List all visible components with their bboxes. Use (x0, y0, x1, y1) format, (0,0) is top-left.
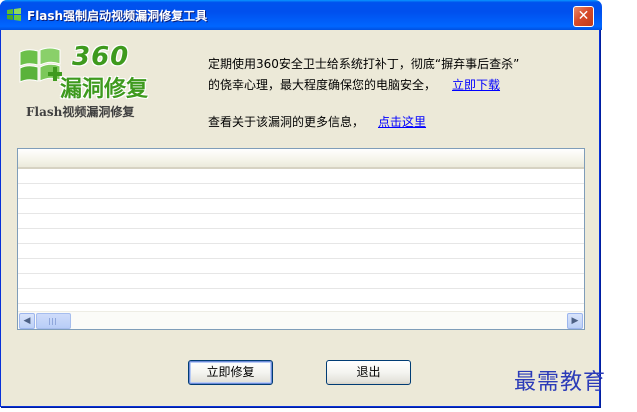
logo-subtitle: Flash视频漏洞修复 (26, 105, 135, 119)
watermark-text: 最需教育 (514, 370, 607, 395)
scroll-left-icon[interactable]: ◀ (19, 313, 35, 329)
list-row (18, 289, 584, 304)
client-area: 360 漏洞修复 Flash视频漏洞修复 定期使用360安全卫士给系统打补丁，彻… (4, 30, 598, 404)
list-row (18, 184, 584, 199)
list-row (18, 169, 584, 184)
fix-now-button[interactable]: 立即修复 (188, 360, 273, 385)
list-row (18, 259, 584, 274)
windows-flag-icon (19, 47, 62, 83)
close-button[interactable]: ✕ (573, 6, 594, 27)
exit-button[interactable]: 退出 (326, 360, 411, 385)
title-bar[interactable]: Flash强制启动视频漏洞修复工具 ✕ (0, 0, 602, 30)
app-window: Flash强制启动视频漏洞修复工具 ✕ 360 漏洞修复 Flash视频漏洞修复… (0, 0, 602, 407)
horizontal-scrollbar[interactable]: ◀ ▶ (18, 311, 584, 329)
scroll-thumb[interactable] (36, 313, 71, 329)
download-link[interactable]: 立即下载 (452, 76, 500, 93)
grip-icon (49, 318, 58, 325)
logo: 360 漏洞修复 Flash视频漏洞修复 (16, 41, 176, 121)
info-line-1: 定期使用360安全卫士给系统打补丁，彻底“摒弃事后查杀” (208, 57, 520, 71)
list-row (18, 274, 584, 289)
scroll-right-icon[interactable]: ▶ (567, 313, 583, 329)
more-info-link[interactable]: 点击这里 (378, 113, 426, 130)
list-row (18, 229, 584, 244)
flash-app-icon (7, 8, 21, 21)
list-row (18, 199, 584, 214)
info-line-2: 的侥幸心理，最大程度确保您的电脑安全， (208, 78, 437, 92)
list-body[interactable] (18, 169, 584, 311)
window-title: Flash强制启动视频漏洞修复工具 (27, 9, 208, 23)
logo-number: 360 (72, 42, 130, 72)
info-line-3: 查看关于该漏洞的更多信息， (208, 115, 365, 129)
list-header[interactable] (18, 149, 584, 169)
list-row (18, 214, 584, 229)
vulnerability-list[interactable]: ◀ ▶ (17, 148, 585, 330)
logo-title: 漏洞修复 (60, 77, 149, 102)
list-row (18, 244, 584, 259)
